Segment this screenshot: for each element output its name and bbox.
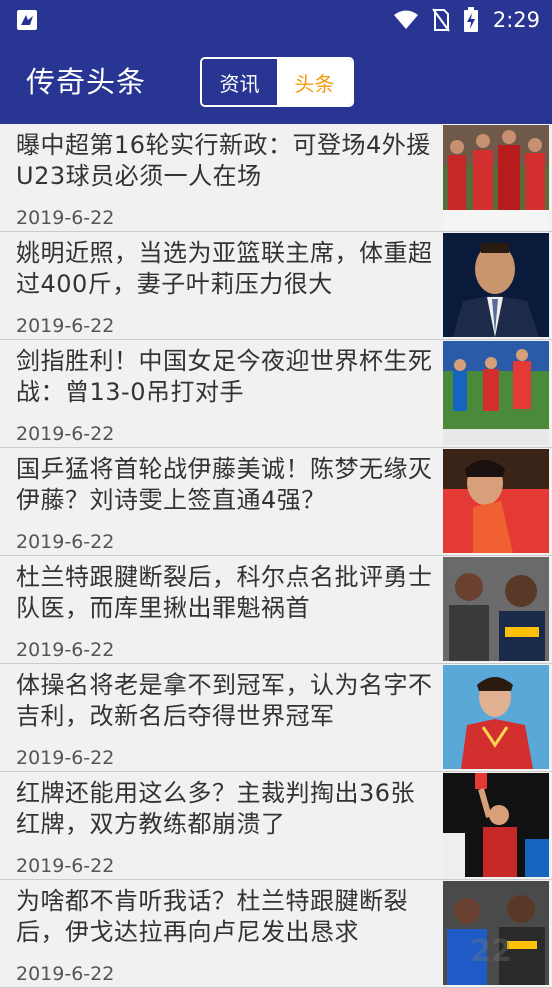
- news-item[interactable]: 为啥都不肯听我话？杜兰特跟腱断裂后，伊戈达拉再向卢尼发出恳求 2019-6-22: [0, 880, 552, 988]
- basketball-players-photo: [443, 557, 549, 661]
- watermark: 22: [470, 934, 512, 969]
- no-sim-icon: [432, 8, 450, 32]
- womens-soccer-photo: [443, 341, 549, 445]
- status-time: 2:29: [492, 8, 540, 32]
- news-date: 2019-6-22: [16, 423, 115, 445]
- news-title: 曝中超第16轮实行新政：可登场4外援 U23球员必须一人在场: [16, 131, 431, 190]
- news-date: 2019-6-22: [16, 963, 115, 985]
- app-title: 传奇头条: [26, 65, 147, 99]
- news-item[interactable]: 曝中超第16轮实行新政：可登场4外援 U23球员必须一人在场 2019-6-22: [0, 124, 552, 232]
- news-title: 姚明近照，当选为亚篮联主席，体重超过400斤，妻子叶莉压力很大: [16, 239, 433, 298]
- news-list: 曝中超第16轮实行新政：可登场4外援 U23球员必须一人在场 2019-6-22…: [0, 124, 552, 988]
- news-title: 体操名将老是拿不到冠军，认为名字不吉利，改新名后夺得世界冠军: [16, 671, 433, 730]
- news-title: 剑指胜利！中国女足今夜迎世界杯生死战：曾13-0吊打对手: [16, 347, 433, 406]
- referee-red-card-photo: [443, 773, 549, 877]
- news-item[interactable]: 红牌还能用这么多？主裁判掏出36张红牌，双方教练都崩溃了 2019-6-22: [0, 772, 552, 880]
- news-title: 杜兰特跟腱断裂后，科尔点名批评勇士队医，而库里揪出罪魁祸首: [16, 563, 433, 622]
- news-item[interactable]: 杜兰特跟腱断裂后，科尔点名批评勇士队医，而库里揪出罪魁祸首 2019-6-22: [0, 556, 552, 664]
- news-item[interactable]: 国乒猛将首轮战伊藤美诚！陈梦无缘灭伊藤？刘诗雯上签直通4强？ 2019-6-22: [0, 448, 552, 556]
- soccer-team-photo: [443, 125, 549, 229]
- battery-charging-icon: [463, 7, 478, 32]
- news-item[interactable]: 剑指胜利！中国女足今夜迎世界杯生死战：曾13-0吊打对手 2019-6-22: [0, 340, 552, 448]
- app-notification-icon: [17, 10, 37, 30]
- yao-ming-photo: [443, 233, 549, 337]
- news-date: 2019-6-22: [16, 207, 115, 229]
- app-bar: 传奇头条 资讯 头条: [0, 40, 552, 124]
- tab-news[interactable]: 资讯: [202, 59, 277, 105]
- table-tennis-player-photo: [443, 449, 549, 553]
- news-title: 红牌还能用这么多？主裁判掏出36张红牌，双方教练都崩溃了: [16, 779, 416, 838]
- news-date: 2019-6-22: [16, 531, 115, 553]
- tab-headlines[interactable]: 头条: [277, 59, 352, 105]
- news-date: 2019-6-22: [16, 747, 115, 769]
- wifi-icon: [393, 10, 418, 29]
- news-title: 为啥都不肯听我话？杜兰特跟腱断裂后，伊戈达拉再向卢尼发出恳求: [16, 887, 408, 946]
- news-date: 2019-6-22: [16, 315, 115, 337]
- warriors-players-photo: [443, 881, 549, 985]
- gymnast-photo: [443, 665, 549, 769]
- status-bar: 2:29: [0, 0, 552, 40]
- news-item[interactable]: 体操名将老是拿不到冠军，认为名字不吉利，改新名后夺得世界冠军 2019-6-22: [0, 664, 552, 772]
- tab-switcher: 资讯 头条: [200, 57, 354, 107]
- news-item[interactable]: 姚明近照，当选为亚篮联主席，体重超过400斤，妻子叶莉压力很大 2019-6-2…: [0, 232, 552, 340]
- news-date: 2019-6-22: [16, 855, 115, 877]
- news-date: 2019-6-22: [16, 639, 115, 661]
- news-title: 国乒猛将首轮战伊藤美诚！陈梦无缘灭伊藤？刘诗雯上签直通4强？: [16, 455, 433, 514]
